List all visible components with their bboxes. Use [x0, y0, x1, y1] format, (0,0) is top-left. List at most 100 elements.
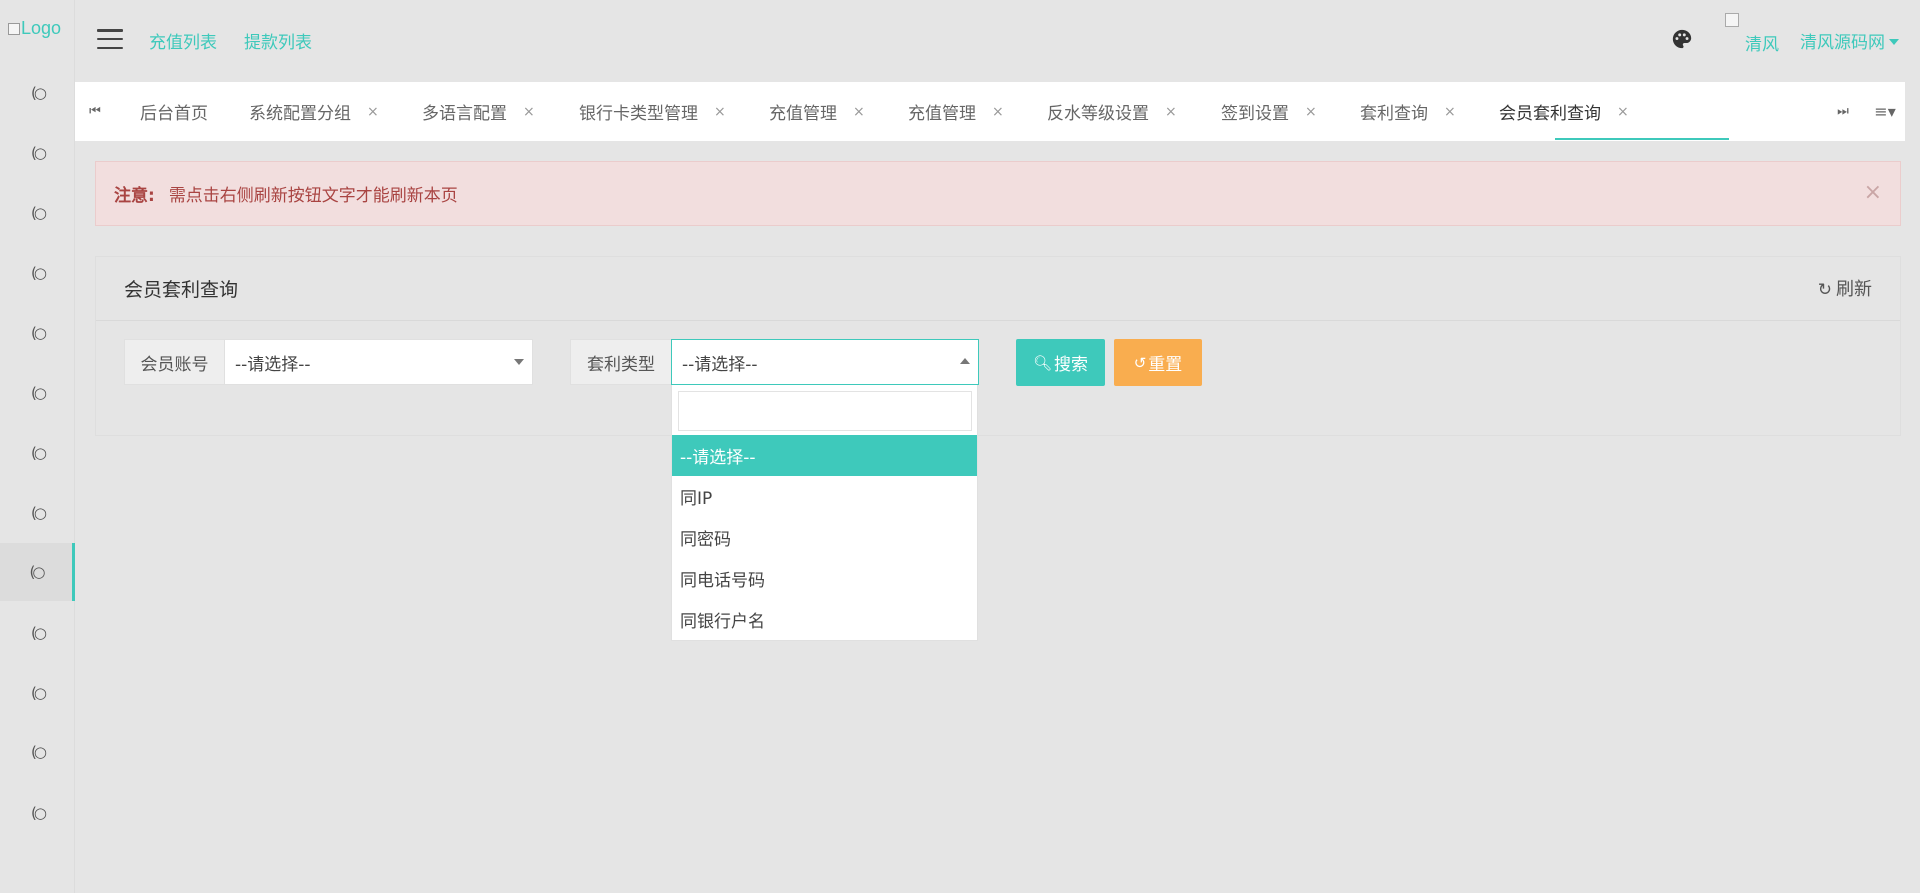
refresh-label: 刷新 [1836, 279, 1872, 300]
tab-options-menu[interactable]: ≡▾ [1865, 82, 1905, 141]
dropdown-option[interactable]: 同电话号码 [672, 558, 977, 599]
sidebar-item-8[interactable]: (○ [0, 484, 75, 542]
tab-bank-card-type[interactable]: 银行卡类型管理 × [579, 82, 726, 141]
sidebar-item-7[interactable]: (○ [0, 424, 75, 482]
tab-label: 后台首页 [140, 104, 208, 124]
tab-home[interactable]: 后台首页 [140, 82, 208, 141]
close-icon[interactable]: × [1444, 104, 1456, 120]
refresh-button[interactable]: ↻ 刷新 [1818, 275, 1872, 301]
menu-item-icon: (○ [31, 144, 47, 162]
tab-scroll-right-button[interactable]: ⏭ [1823, 82, 1863, 141]
user-menu[interactable]: 清风源码网 [1800, 28, 1899, 53]
select-value: --请选择-- [235, 354, 311, 375]
menu-item-icon: (○ [31, 444, 47, 462]
tab-checkin-settings[interactable]: 签到设置 × [1221, 82, 1317, 141]
close-icon[interactable]: × [1165, 104, 1177, 120]
tab-rebate-level[interactable]: 反水等级设置 × [1047, 82, 1177, 141]
reset-button-label: 重置 [1148, 355, 1183, 375]
sidebar-item-12[interactable]: (○ [0, 723, 75, 781]
tab-recharge-manage-2[interactable]: 充值管理 × [908, 82, 1004, 141]
reset-icon: ↺ [1133, 353, 1147, 372]
search-icon: 🔍︎ [1032, 353, 1053, 372]
sidebar: Logo (○ (○ (○ (○ (○ (○ (○ (○ (○ (○ (○ (○… [0, 0, 75, 893]
arbitrage-type-select[interactable]: --请选择-- [671, 339, 979, 385]
tab-member-arbitrage-query[interactable]: 会员套利查询 × [1499, 82, 1629, 141]
alert-label: 注意: [114, 186, 155, 206]
tab-scroll-left-button[interactable]: ⏮ [75, 82, 115, 141]
tab-language-config[interactable]: 多语言配置 × [422, 82, 535, 141]
sidebar-item-5[interactable]: (○ [0, 304, 75, 362]
tab-recharge-manage-1[interactable]: 充值管理 × [769, 82, 865, 141]
menu-item-icon: (○ [31, 204, 47, 222]
close-icon[interactable]: × [1864, 180, 1882, 205]
dropdown-option[interactable]: 同银行户名 [672, 599, 977, 640]
broken-image-icon [1725, 13, 1739, 27]
select-value: --请选择-- [682, 354, 758, 375]
palette-icon[interactable] [1671, 28, 1693, 50]
menu-lines-icon: ≡▾ [1874, 102, 1896, 121]
link-recharge-list[interactable]: 充值列表 [149, 28, 217, 53]
notice-alert: 注意: 需点击右侧刷新按钮文字才能刷新本页 × [95, 161, 1901, 226]
dropdown-search-input[interactable] [678, 391, 972, 431]
tab-label: 系统配置分组 [249, 104, 351, 124]
search-button[interactable]: 🔍︎ 搜索 [1016, 339, 1105, 386]
logo[interactable]: Logo [8, 18, 61, 39]
sidebar-item-13[interactable]: (○ [0, 784, 75, 842]
tab-label: 套利查询 [1360, 104, 1428, 124]
arbitrage-type-dropdown: --请选择-- 同IP 同密码 同电话号码 同银行户名 [671, 385, 978, 641]
sidebar-item-4[interactable]: (○ [0, 244, 75, 302]
close-icon[interactable]: × [714, 104, 726, 120]
tab-label: 充值管理 [908, 104, 976, 124]
active-tab-indicator [1555, 138, 1729, 140]
close-icon[interactable]: × [523, 104, 535, 120]
close-icon[interactable]: × [992, 104, 1004, 120]
close-icon[interactable]: × [853, 104, 865, 120]
close-icon[interactable]: × [1305, 104, 1317, 120]
search-button-label: 搜索 [1054, 355, 1089, 375]
sidebar-item-1[interactable]: (○ [0, 64, 75, 122]
member-account-select[interactable]: --请选择-- [224, 339, 533, 385]
top-header: 充值列表 提款列表 清风 清风源码网 [75, 0, 1920, 80]
caret-down-icon [1889, 39, 1899, 45]
close-icon[interactable]: × [367, 104, 379, 120]
tab-arbitrage-query[interactable]: 套利查询 × [1360, 82, 1456, 141]
avatar-alt-text: 清风 [1745, 35, 1779, 55]
chevron-down-icon [514, 359, 524, 365]
menu-item-icon: (○ [29, 563, 46, 581]
sidebar-item-2[interactable]: (○ [0, 124, 75, 182]
hamburger-menu-icon[interactable] [97, 29, 123, 49]
menu-item-icon: (○ [31, 504, 47, 522]
dropdown-option[interactable]: 同IP [672, 476, 977, 517]
dropdown-option[interactable]: 同密码 [672, 517, 977, 558]
skip-forward-icon: ⏭ [1837, 104, 1849, 119]
logo-alt-text: Logo [21, 18, 62, 38]
dropdown-option[interactable]: --请选择-- [672, 435, 977, 476]
reset-button[interactable]: ↺ 重置 [1114, 339, 1202, 386]
sidebar-item-9-active[interactable]: (○ [0, 543, 75, 601]
skip-back-icon: ⏮ [89, 104, 101, 119]
alert-message: 需点击右侧刷新按钮文字才能刷新本页 [168, 186, 458, 206]
chevron-up-icon [960, 358, 970, 364]
member-account-label: 会员账号 [124, 339, 225, 385]
sidebar-item-11[interactable]: (○ [0, 664, 75, 722]
sidebar-item-10[interactable]: (○ [0, 604, 75, 662]
panel-header: 会员套利查询 ↻ 刷新 [96, 257, 1900, 321]
menu-item-icon: (○ [31, 743, 47, 761]
tab-label: 充值管理 [769, 104, 837, 124]
link-withdraw-list[interactable]: 提款列表 [244, 28, 312, 53]
tab-label: 签到设置 [1221, 104, 1289, 124]
close-icon[interactable]: × [1617, 104, 1629, 120]
tab-bar: ⏮ 后台首页 系统配置分组 × 多语言配置 × 银行卡类型管理 × 充值管理 × 充值管… [75, 82, 1905, 141]
sidebar-item-6[interactable]: (○ [0, 364, 75, 422]
user-name: 清风源码网 [1800, 33, 1885, 53]
menu-item-icon: (○ [31, 804, 47, 822]
tab-system-config-group[interactable]: 系统配置分组 × [249, 82, 379, 141]
menu-item-icon: (○ [31, 624, 47, 642]
refresh-icon: ↻ [1817, 280, 1832, 300]
arbitrage-type-label: 套利类型 [570, 339, 672, 385]
menu-item-icon: (○ [31, 384, 47, 402]
sidebar-item-3[interactable]: (○ [0, 184, 75, 242]
page-title: 会员套利查询 [124, 279, 239, 301]
tab-label: 会员套利查询 [1499, 104, 1601, 124]
broken-image-icon [8, 23, 20, 35]
